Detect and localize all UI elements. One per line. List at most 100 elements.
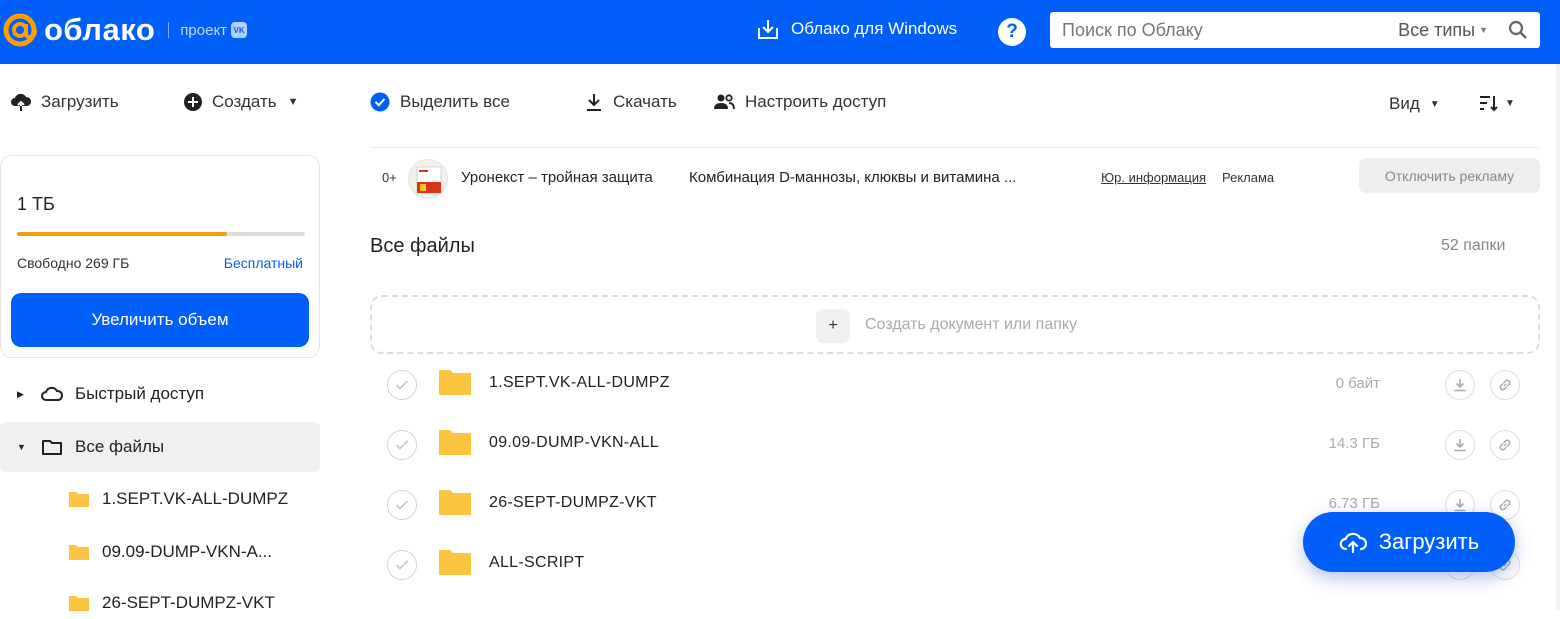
disable-ads-button[interactable]: Отключить рекламу xyxy=(1359,158,1540,193)
view-dropdown[interactable]: Вид ▼ xyxy=(1389,94,1440,114)
row-checkbox[interactable] xyxy=(387,370,417,400)
row-share-link-button[interactable] xyxy=(1490,370,1520,400)
caret-down-icon: ▼ xyxy=(1429,98,1440,110)
ad-description[interactable]: Комбинация D-маннозы, клюквы и витамина … xyxy=(689,169,1059,186)
file-row[interactable]: 1.SEPT.VK-ALL-DUMPZ 0 байт xyxy=(370,355,1540,415)
search-icon[interactable] xyxy=(1508,20,1528,40)
folder-icon xyxy=(69,545,89,560)
cloud-icon xyxy=(41,386,63,401)
download-icon xyxy=(587,94,601,111)
windows-app-label: Облако для Windows xyxy=(791,19,958,38)
tree-item-quick-access[interactable]: ▶ Быстрый доступ xyxy=(0,369,320,419)
row-checkbox[interactable] xyxy=(387,430,417,460)
folder-icon xyxy=(439,550,471,575)
check-circle-icon xyxy=(370,92,390,112)
file-name[interactable]: 09.09-DUMP-VKN-ALL xyxy=(489,434,659,452)
tree-subfolder-label: 1.SEPT.VK-ALL-DUMPZ xyxy=(102,489,289,508)
select-all-label: Выделить все xyxy=(400,92,510,111)
tree-item-all-files[interactable]: ▼ Все файлы xyxy=(0,422,320,472)
at-logo-icon xyxy=(3,13,37,47)
download-icon xyxy=(1454,379,1466,392)
row-download-button[interactable] xyxy=(1445,430,1475,460)
top-header: облако проект VK Облако для Windows ? Вс… xyxy=(0,0,1560,64)
select-all-button[interactable]: Выделить все xyxy=(370,92,510,112)
row-checkbox[interactable] xyxy=(387,550,417,580)
floating-upload-button[interactable]: Загрузить xyxy=(1303,512,1515,572)
row-checkbox[interactable] xyxy=(387,490,417,520)
storage-progress-fill xyxy=(17,232,228,236)
sort-icon xyxy=(1480,96,1498,112)
vk-badge-icon: VK xyxy=(231,22,248,38)
download-box-icon xyxy=(758,20,778,39)
storage-total: 1 ТБ xyxy=(17,194,55,214)
download-label: Скачать xyxy=(613,92,677,111)
download-button[interactable]: Скачать xyxy=(585,92,677,112)
ad-legal-link[interactable]: Юр. информация xyxy=(1101,170,1206,185)
file-size: 6.73 ГБ xyxy=(1328,495,1380,512)
view-label: Вид xyxy=(1389,94,1420,113)
row-share-link-button[interactable] xyxy=(1490,430,1520,460)
create-doc-or-folder[interactable]: + Создать документ или папку xyxy=(370,295,1540,354)
ad-product-image-icon xyxy=(416,166,442,194)
create-doc-label: Создать документ или папку xyxy=(865,316,1078,333)
tree-subfolder[interactable]: 1.SEPT.VK-ALL-DUMPZ xyxy=(68,483,288,515)
storage-plan-link[interactable]: Бесплатный xyxy=(224,255,303,271)
tree-subfolder-label: 09.09-DUMP-VKN-A... xyxy=(102,542,273,561)
row-download-button[interactable] xyxy=(1445,370,1475,400)
file-name[interactable]: ALL-SCRIPT xyxy=(489,554,584,572)
search-input[interactable] xyxy=(1062,19,1399,41)
caret-down-icon: ▼ xyxy=(287,96,299,108)
scrollbar[interactable] xyxy=(1556,64,1560,610)
file-row[interactable]: 09.09-DUMP-VKN-ALL 14.3 ГБ xyxy=(370,415,1540,475)
folder-icon xyxy=(69,492,89,507)
logo-text: облако xyxy=(44,12,156,47)
search-type-label: Все типы xyxy=(1398,19,1476,40)
link-icon xyxy=(1499,379,1511,391)
ad-title[interactable]: Уронекст – тройная защита xyxy=(461,169,653,186)
search-box: Все типы ▼ xyxy=(1050,12,1540,48)
upgrade-storage-button[interactable]: Увеличить объем xyxy=(11,293,309,347)
ad-banner[interactable]: 0+ Уронекст – тройная защита Комбинация … xyxy=(370,147,1540,207)
upload-button[interactable]: Загрузить xyxy=(10,92,119,112)
logo-project-label: проект xyxy=(180,21,228,39)
create-label: Создать xyxy=(212,92,277,111)
storage-progress-bar xyxy=(17,232,305,236)
tree-subfolder[interactable]: 09.09-DUMP-VKN-A... xyxy=(68,536,272,568)
upload-label: Загрузить xyxy=(41,92,119,111)
create-button[interactable]: Создать ▼ xyxy=(183,92,299,112)
folder-outline-icon xyxy=(42,440,62,455)
link-icon xyxy=(1499,499,1511,511)
plus-icon[interactable]: + xyxy=(816,309,850,343)
download-icon xyxy=(1454,499,1466,512)
tree-label: Все файлы xyxy=(75,437,165,456)
folder-count: 52 папки xyxy=(1441,237,1506,254)
check-icon xyxy=(395,500,409,510)
plus-circle-icon xyxy=(184,93,202,111)
check-icon xyxy=(395,380,409,390)
caret-down-icon: ▼ xyxy=(1479,25,1488,35)
share-access-button[interactable]: Настроить доступ xyxy=(713,92,886,112)
page-title: Все файлы xyxy=(370,235,475,257)
file-name[interactable]: 26-SEPT-DUMPZ-VKT xyxy=(489,494,657,512)
caret-down-icon[interactable]: ▼ xyxy=(17,442,27,452)
logo[interactable]: облако проект VK xyxy=(0,10,248,50)
storage-free: Свободно 269 ГБ xyxy=(17,255,130,271)
caret-right-icon[interactable]: ▶ xyxy=(17,389,27,400)
file-name[interactable]: 1.SEPT.VK-ALL-DUMPZ xyxy=(489,374,670,392)
tree-label: Быстрый доступ xyxy=(75,384,205,403)
search-type-select[interactable]: Все типы ▼ xyxy=(1398,20,1488,41)
logo-divider xyxy=(168,22,170,38)
cloud-upload-icon xyxy=(1339,532,1367,554)
help-icon[interactable]: ? xyxy=(998,18,1026,46)
windows-app-link[interactable]: Облако для Windows xyxy=(756,17,957,41)
tree-subfolder[interactable]: 26-SEPT-DUMPZ-VKT xyxy=(68,587,275,619)
sort-dropdown[interactable]: ▼ xyxy=(1479,94,1515,112)
ad-image[interactable] xyxy=(408,159,448,199)
share-access-label: Настроить доступ xyxy=(745,92,887,111)
check-icon xyxy=(395,440,409,450)
check-icon xyxy=(395,560,409,570)
users-icon xyxy=(714,94,735,110)
folder-icon xyxy=(439,490,471,515)
download-icon xyxy=(1454,439,1466,452)
ad-age-rating: 0+ xyxy=(382,170,397,185)
